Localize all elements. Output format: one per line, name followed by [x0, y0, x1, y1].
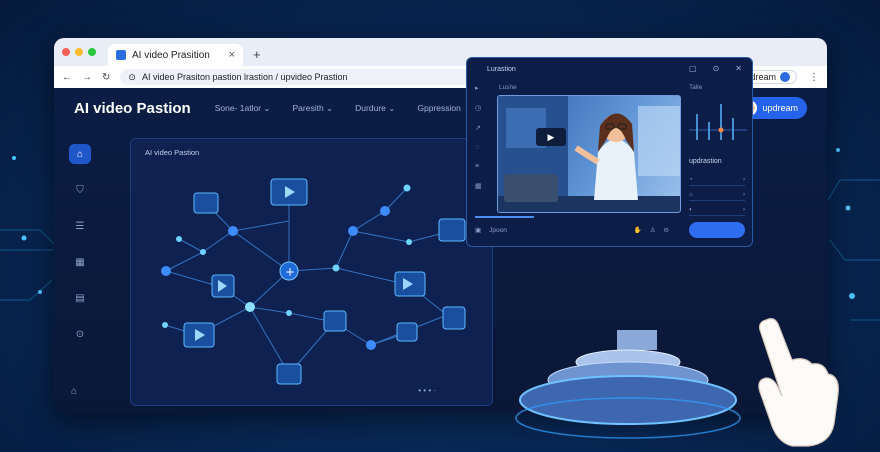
monitor-stand	[515, 330, 741, 439]
close-window-button[interactable]	[62, 48, 70, 56]
panel-sidebar-grid-icon[interactable]: ▦	[475, 182, 482, 190]
tab-title: AI video Prasition	[132, 49, 210, 61]
panel-row-3[interactable]: ◐ ›	[689, 204, 745, 216]
sidebar-item-home[interactable]: ⌂	[69, 144, 91, 164]
close-tab-icon[interactable]: ×	[229, 49, 235, 61]
panel-sidebar: ▸ ◷ ↗ ◌ ≡ ▦	[475, 84, 482, 190]
video-panel: Lurastion ▢ ⊙ ✕ ▸ ◷ ↗ ◌ ≡ ▦ Lushe Talle …	[466, 57, 753, 247]
sidebar-item-calendar[interactable]: ▦	[69, 252, 91, 272]
panel-close-icon[interactable]: ✕	[735, 64, 742, 73]
panel-row-2[interactable]: ⌂ ›	[689, 189, 745, 201]
workflow-canvas[interactable]: AI video Pastion ‹ › ·	[130, 138, 493, 406]
panel-footer: ▣ Jpoon ✋ ♙ ⊖	[475, 220, 745, 240]
sidebar-settings-icon[interactable]: ⌂	[71, 386, 77, 397]
nav-item-3[interactable]: Durdure ⌄	[355, 103, 395, 114]
forward-icon[interactable]: →	[82, 72, 92, 83]
window-controls	[62, 38, 96, 66]
new-tab-button[interactable]: +	[253, 47, 261, 62]
panel-sidebar-share-icon[interactable]: ↗	[475, 124, 482, 132]
nav-item-2[interactable]: Paresith ⌄	[293, 103, 334, 114]
main-nav: Sone- 1atlor ⌄ Paresith ⌄ Durdure ⌄ Gppr…	[215, 103, 461, 114]
sidebar-item-table[interactable]: ▤	[69, 288, 91, 308]
minimize-window-button[interactable]	[75, 48, 83, 56]
browser-tab[interactable]: AI video Prasition ×	[108, 44, 243, 66]
share-icon[interactable]: ⊖	[664, 226, 669, 234]
svg-text:+: +	[285, 265, 295, 279]
sidebar-item-shield[interactable]: ⛉	[69, 180, 91, 200]
node-graph: +	[161, 178, 466, 385]
play-icon[interactable]: ▶	[536, 128, 566, 146]
panel-sidebar-chat-icon[interactable]: ◌	[475, 144, 482, 151]
panel-footer-label: Jpoon	[489, 226, 507, 234]
panel-settings-icon[interactable]: ⊙	[713, 64, 720, 73]
user-label: updream	[762, 103, 798, 113]
nav-item-4[interactable]: Gppression	[417, 103, 460, 114]
menu-icon[interactable]: ⋮	[809, 72, 819, 83]
nav-item-1[interactable]: Sone- 1atlor ⌄	[215, 103, 271, 114]
sidebar-item-list[interactable]: ☰	[69, 216, 91, 236]
presenter-illustration	[498, 96, 680, 212]
canvas-footer[interactable]: • • • ·	[418, 386, 436, 395]
profile-avatar	[780, 72, 790, 82]
update-label: updrastion	[689, 158, 722, 165]
panel-sidebar-clock-icon[interactable]: ◷	[475, 104, 482, 112]
tab-favicon-icon	[116, 50, 126, 60]
sidebar-item-download[interactable]: ⊙	[69, 324, 91, 344]
sidebar: ⌂ ⛉ ☰ ▦ ▤ ⊙	[66, 144, 94, 344]
panel-window-icon[interactable]: ▢	[689, 64, 697, 73]
panel-title: Lurastion	[487, 66, 516, 73]
panel-sidebar-play-icon[interactable]: ▸	[475, 84, 482, 92]
panel-subtitle-left: Lushe	[499, 84, 517, 91]
primary-action-button[interactable]	[689, 222, 745, 238]
video-preview[interactable]: ▶	[497, 95, 681, 213]
panel-footer-icon[interactable]: ▣	[475, 226, 481, 234]
playback-progress[interactable]	[475, 216, 535, 218]
back-icon[interactable]: ←	[62, 72, 72, 83]
site-info-icon[interactable]: ⊙	[128, 72, 136, 83]
address-text: AI video Prasiton pastion lrastion / upv…	[141, 72, 348, 82]
app-logo[interactable]: AI video Pastion	[74, 100, 191, 117]
maximize-window-button[interactable]	[88, 48, 96, 56]
pointing-hand-icon	[758, 318, 839, 447]
mini-chart-widget	[689, 104, 747, 140]
panel-sidebar-list-icon[interactable]: ≡	[475, 163, 482, 170]
hand-icon[interactable]: ✋	[634, 226, 642, 234]
panel-subtitle-right: Talle	[689, 84, 703, 91]
person-icon[interactable]: ♙	[650, 226, 656, 234]
panel-row-1[interactable]: ◔ ›	[689, 174, 745, 186]
reload-icon[interactable]: ↻	[102, 72, 110, 83]
